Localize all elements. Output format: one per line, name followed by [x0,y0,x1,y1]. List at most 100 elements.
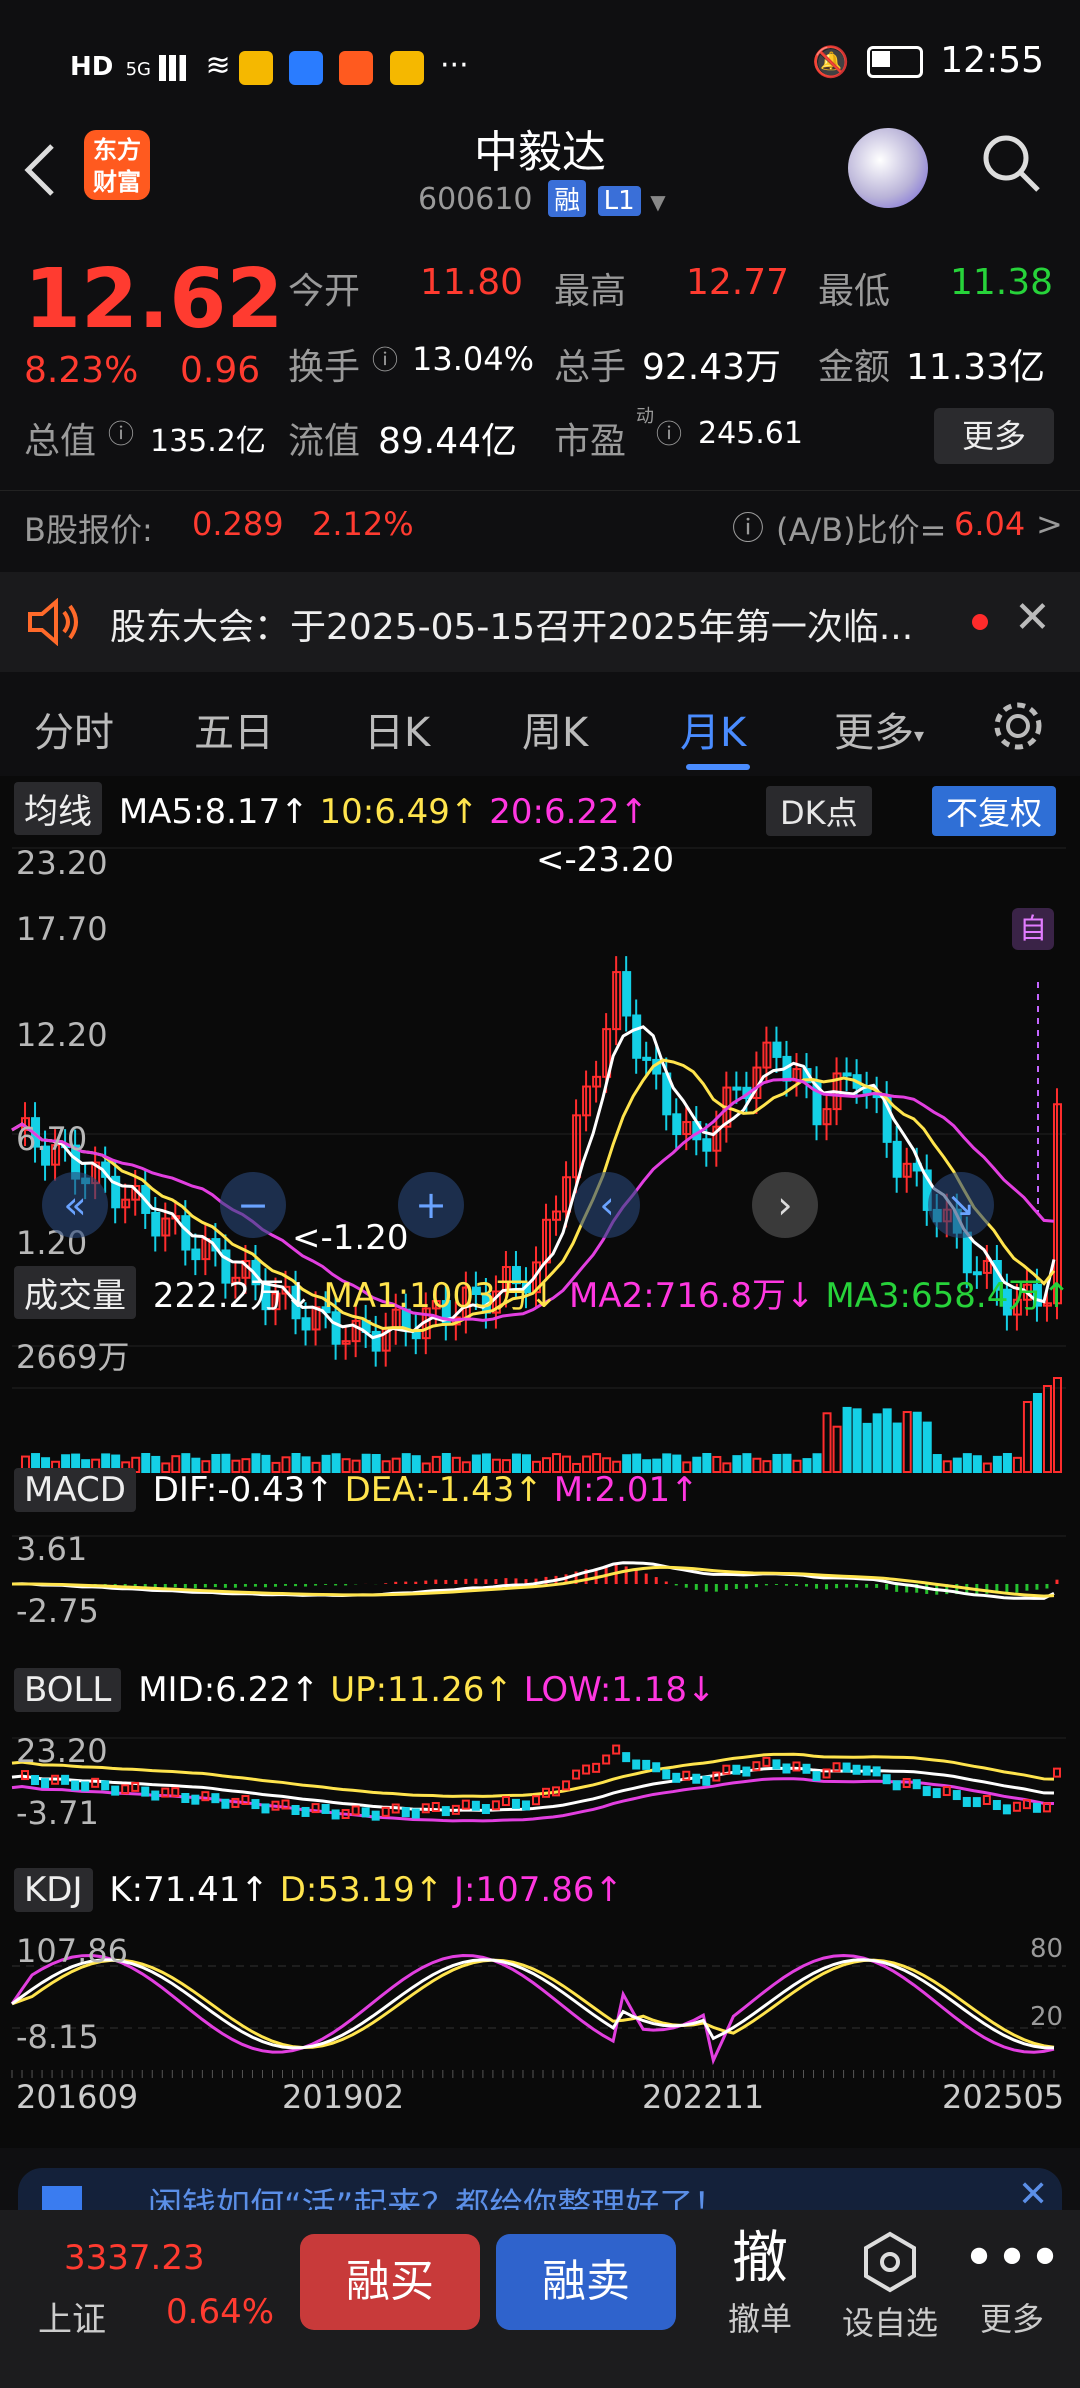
pe-info-icon[interactable]: ⓘ [656,414,682,451]
app-icon-blue [289,50,324,85]
b-share-row[interactable]: B股报价: 0.289 2.12% ⓘ (A/B)比价= 6.04 > [0,490,1080,561]
scroll-left-button[interactable]: ‹ [574,1172,640,1238]
macd-selector[interactable]: MACD [14,1468,136,1512]
volume-bar [852,1408,862,1473]
reset-view-button[interactable]: ↘ [928,1172,994,1238]
assistant-robot-icon[interactable] [848,128,928,208]
vol-ma3: MA3:658.4万 [825,1276,1043,1316]
ma5-value: MA5:8.17 [118,792,281,832]
boll-low: LOW:1.18 [523,1670,687,1710]
notice-bar[interactable]: 股东大会：于2025-05-15召开2025年第一次临... ✕ [0,572,1080,672]
kdj-20-label: 20 [1030,2002,1064,2032]
boll-candle [942,1786,951,1797]
status-left: HD 5G ≋ ··· [70,48,469,85]
vol-ma2: MA2:716.8万 [569,1276,787,1316]
date-label-4: 202505 [942,2078,1065,2116]
candle-body [642,1056,652,1061]
scroll-right-button[interactable]: › [752,1172,818,1238]
boll-candle [592,1762,601,1773]
index-pct[interactable]: 0.64% [166,2292,274,2332]
cancel-label: 撤单 [727,2300,792,2338]
tab-weekly-k[interactable]: 周K [522,700,588,758]
mcap-info-icon[interactable]: ⓘ [108,414,134,451]
boll-candle [952,1790,961,1801]
macd-legend: MACD DIF:-0.43↑ DEA:-1.43↑ M:2.01↑ [14,1468,699,1512]
speaker-icon [28,598,78,646]
kdj-top-label: 107.86 [16,1932,128,1970]
boll-candle [892,1780,901,1791]
boll-candle [982,1795,991,1806]
kdj-legend: KDJ K:71.41↑ D:53.19↑ J:107.86↑ [14,1868,623,1912]
jump-start-button[interactable]: « [42,1172,108,1238]
zoom-in-button[interactable]: + [398,1172,464,1238]
tab-daily-k[interactable]: 日K [364,700,430,758]
boll-candle [191,1794,200,1805]
gear-icon[interactable] [990,698,1046,754]
up-arrow: ↑ [514,1470,543,1510]
amount-label: 金额 [818,347,891,388]
cancel-glyph: 撤 [732,2226,788,2291]
add-watchlist-button[interactable]: 设自选 [830,2224,950,2344]
info-icon[interactable]: ⓘ [372,340,398,377]
index-value[interactable]: 3337.23 [64,2238,205,2278]
battery-icon [866,46,923,78]
boll-candle [501,1796,510,1807]
kdj-k: K:71.41 [109,1870,241,1910]
boll-candle [842,1762,851,1773]
dk-point-button[interactable]: DK点 [766,786,872,836]
boll-candle [511,1798,520,1809]
app-icon-orange [339,50,374,85]
volume-bar [832,1425,842,1474]
cancel-order-button[interactable]: 撤 撤单 [710,2224,810,2340]
volume-bar [1052,1377,1062,1473]
help-icon[interactable]: ⓘ [732,503,764,549]
tab-monthly-k[interactable]: 月K [680,700,746,758]
more-actions-button[interactable]: ••• 更多 [962,2224,1062,2340]
search-icon[interactable] [980,132,1042,194]
app-icon-weibo [238,50,273,85]
boll-candle [1002,1804,1011,1815]
ad-close-icon[interactable]: ✕ [1018,2174,1048,2215]
volume-bar [952,1457,962,1473]
more-notifications: ··· [440,48,469,83]
stock-code-row[interactable]: 600610 融 L1 ▼ [418,180,666,217]
candle-body [702,1138,712,1152]
self-select-marker[interactable]: 自 [1012,908,1054,950]
tab-more[interactable]: 更多▾ [834,700,924,758]
volume-bar [922,1421,932,1473]
adjust-button[interactable]: 不复权 [932,786,1057,836]
boll-candle [762,1756,771,1767]
kdj-j-line [10,1953,1055,2066]
volume-bar [862,1422,872,1473]
boll-candle [31,1775,40,1786]
tab-five-day[interactable]: 五日 [194,700,274,758]
open-label: 今开 [288,271,361,312]
more-quote-button[interactable]: 更多 [934,408,1054,464]
volume-selector[interactable]: 成交量 [14,1266,136,1319]
close-notice-icon[interactable]: ✕ [1014,592,1051,643]
boll-selector[interactable]: BOLL [14,1668,122,1712]
candle-body [151,1211,161,1237]
ratio-label: (A/B)比价= [776,511,947,549]
tab-intraday[interactable]: 分时 [34,700,114,758]
boll-candle [582,1764,591,1775]
ma-selector[interactable]: 均线 [14,782,102,835]
ma10-value: 10:6.49 [319,792,450,832]
bottom-action-bar: 3337.23 上证 0.64% 融买 融卖 撤 撤单 设自选 ••• 更多 [0,2210,1080,2388]
boll-candle [71,1780,80,1791]
y-label-3: 12.20 [16,1016,108,1054]
volume-bar [902,1411,912,1473]
kline-chart-area[interactable]: 均线 MA5:8.17↑ 10:6.49↑ 20:6.22↑ DK点 不复权 2… [0,776,1080,2148]
volume-bar [812,1453,822,1473]
kdj-selector[interactable]: KDJ [14,1868,93,1912]
boll-candle [151,1790,160,1801]
status-bar: HD 5G ≋ ··· 🔕 12:55 [0,0,1080,120]
margin-sell-button[interactable]: 融卖 [496,2234,676,2330]
zoom-out-button[interactable]: − [220,1172,286,1238]
open-value: 11.80 [420,262,524,303]
boll-candle [562,1780,571,1791]
index-name[interactable]: 上证 [38,2292,106,2341]
margin-buy-button[interactable]: 融买 [300,2234,480,2330]
stock-code: 600610 [418,182,533,217]
volume-bar [742,1453,752,1473]
